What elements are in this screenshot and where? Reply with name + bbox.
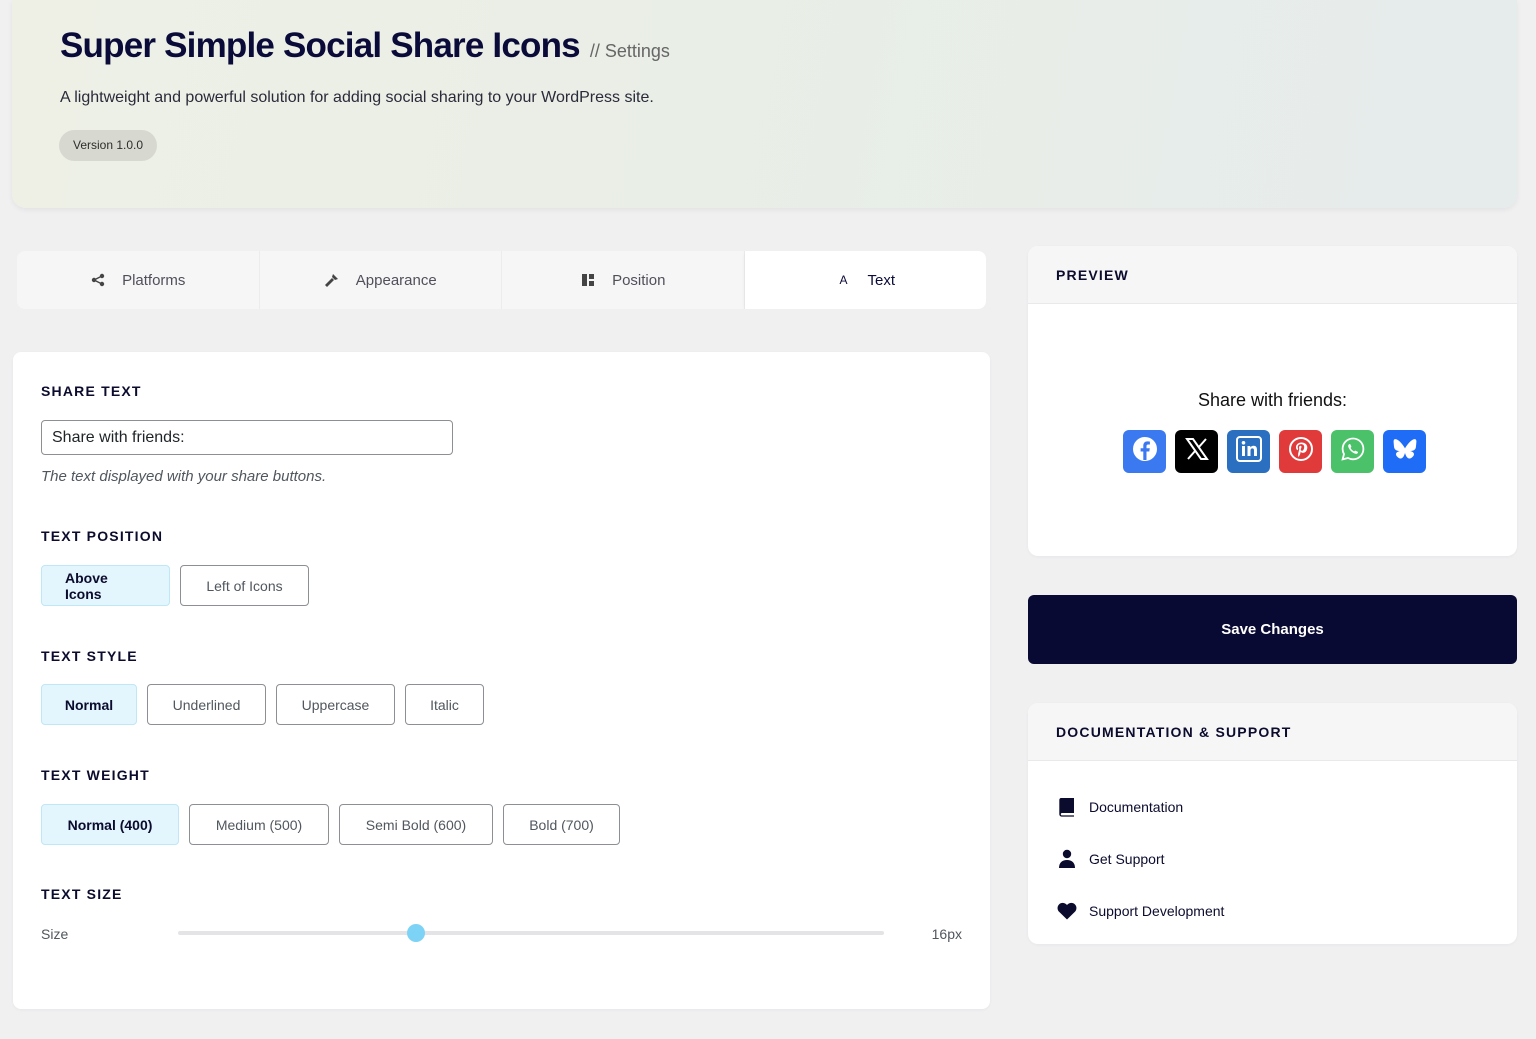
tab-position[interactable]: Position	[502, 251, 745, 309]
tab-platforms[interactable]: Platforms	[17, 251, 260, 309]
x-icon	[1184, 436, 1210, 467]
docs-list: Documentation Get Support Support Develo…	[1028, 761, 1517, 937]
text-style-options: Normal Underlined Uppercase Italic	[41, 684, 484, 725]
book-icon	[1056, 796, 1078, 818]
share-text-help: The text displayed with your share butto…	[41, 468, 327, 485]
docs-link-documentation[interactable]: Documentation	[1056, 781, 1489, 833]
text-weight-label: TEXT WEIGHT	[41, 767, 150, 783]
preview-card: PREVIEW Share with friends:	[1028, 246, 1517, 556]
pinterest-icon	[1288, 436, 1314, 467]
docs-link-label: Get Support	[1089, 851, 1165, 867]
slider-thumb[interactable]	[406, 924, 425, 942]
whatsapp-icon	[1340, 436, 1366, 467]
linkedin-share-button[interactable]	[1227, 430, 1270, 473]
page-description: A lightweight and powerful solution for …	[60, 89, 654, 106]
tab-label: Platforms	[122, 271, 186, 289]
page-title: Super Simple Social Share Icons	[60, 26, 581, 65]
preview-heading: PREVIEW	[1028, 246, 1517, 304]
header-title-row: Super Simple Social Share Icons // Setti…	[60, 26, 670, 66]
share-buttons	[1123, 430, 1426, 473]
size-value: 16px	[931, 926, 962, 942]
bluesky-icon	[1392, 436, 1418, 467]
page-subtitle: // Settings	[589, 41, 670, 61]
share-text-label: SHARE TEXT	[41, 383, 142, 399]
text-size-label: TEXT SIZE	[41, 886, 123, 902]
option-underlined[interactable]: Underlined	[147, 684, 266, 725]
docs-link-support-development[interactable]: Support Development	[1056, 885, 1489, 937]
person-icon	[1056, 848, 1078, 870]
facebook-share-button[interactable]	[1123, 430, 1166, 473]
pinterest-share-button[interactable]	[1279, 430, 1322, 473]
linkedin-icon	[1235, 436, 1262, 467]
bluesky-share-button[interactable]	[1383, 430, 1426, 473]
option-weight-400[interactable]: Normal (400)	[41, 804, 179, 845]
paintbrush-icon	[324, 272, 340, 288]
size-label: Size	[41, 926, 69, 942]
tab-label: Appearance	[355, 271, 437, 289]
x-share-button[interactable]	[1175, 430, 1218, 473]
layout-icon	[580, 272, 596, 288]
text-position-options: Above Icons Left of Icons	[41, 565, 309, 606]
save-changes-button[interactable]: Save Changes	[1028, 595, 1517, 664]
option-italic[interactable]: Italic	[405, 684, 484, 725]
text-style-label: TEXT STYLE	[41, 648, 138, 664]
text-position-label: TEXT POSITION	[41, 528, 164, 544]
tab-text[interactable]: A Text	[744, 251, 986, 309]
text-settings-card: SHARE TEXT The text displayed with your …	[13, 352, 990, 1009]
tab-label: Text	[867, 271, 895, 289]
option-weight-700[interactable]: Bold (700)	[503, 804, 620, 845]
option-weight-500[interactable]: Medium (500)	[189, 804, 329, 845]
page-header: Super Simple Social Share Icons // Setti…	[12, 0, 1517, 208]
share-text-input[interactable]	[41, 420, 453, 455]
whatsapp-share-button[interactable]	[1331, 430, 1374, 473]
preview-share-text: Share with friends:	[1197, 390, 1348, 410]
tab-label: Position	[612, 271, 666, 289]
docs-link-label: Support Development	[1089, 903, 1225, 919]
docs-card: DOCUMENTATION & SUPPORT Documentation Ge…	[1028, 703, 1517, 944]
docs-link-label: Documentation	[1089, 799, 1184, 815]
text-size-slider[interactable]	[178, 924, 884, 942]
text-icon: A	[839, 273, 848, 287]
docs-heading: DOCUMENTATION & SUPPORT	[1028, 703, 1517, 761]
docs-link-get-support[interactable]: Get Support	[1056, 833, 1489, 885]
option-above-icons[interactable]: Above Icons	[41, 565, 170, 606]
heart-icon	[1056, 900, 1078, 922]
share-icon	[90, 272, 106, 288]
version-badge: Version 1.0.0	[59, 130, 158, 161]
option-uppercase[interactable]: Uppercase	[276, 684, 395, 725]
tab-appearance[interactable]: Appearance	[260, 251, 502, 309]
text-weight-options: Normal (400) Medium (500) Semi Bold (600…	[41, 804, 620, 845]
settings-tabs: Platforms Appearance Position A Text	[17, 251, 986, 309]
facebook-icon	[1131, 435, 1159, 468]
preview-body: Share with friends:	[1028, 304, 1517, 556]
option-weight-600[interactable]: Semi Bold (600)	[339, 804, 493, 845]
option-normal-style[interactable]: Normal	[41, 684, 137, 725]
option-left-of-icons[interactable]: Left of Icons	[180, 565, 309, 606]
